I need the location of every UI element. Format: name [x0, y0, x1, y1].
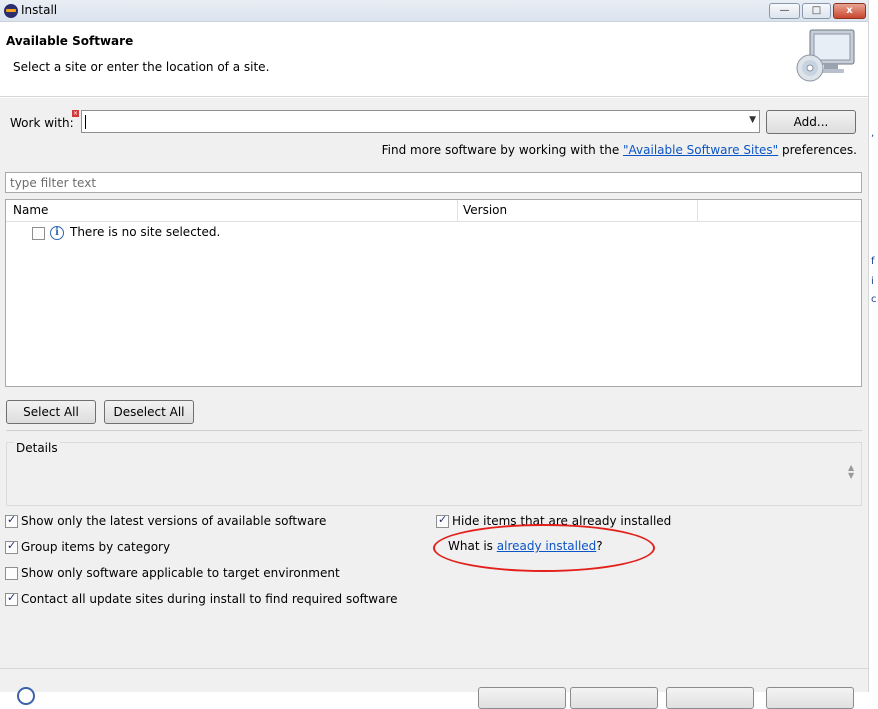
- work-with-label: Work with:: [10, 116, 74, 130]
- back-button[interactable]: [478, 687, 566, 709]
- cancel-button[interactable]: [766, 687, 854, 709]
- column-header-version[interactable]: Version: [458, 200, 698, 222]
- filter-field[interactable]: [5, 172, 862, 193]
- details-label: Details: [14, 441, 60, 455]
- window-title: Install: [21, 3, 58, 17]
- target-environment-checkbox[interactable]: [5, 567, 18, 580]
- add-site-button[interactable]: Add...: [766, 110, 856, 134]
- details-box: [6, 442, 862, 506]
- latest-versions-label: Show only the latest versions of availab…: [21, 514, 327, 528]
- install-monitor-cd-icon: [796, 29, 855, 82]
- bottom-button-bar: [0, 668, 868, 709]
- software-tree[interactable]: Name Version i There is no site selected…: [5, 199, 862, 387]
- tree-header: Name Version: [6, 200, 861, 222]
- row-checkbox[interactable]: [32, 227, 45, 240]
- filter-input[interactable]: [8, 174, 848, 191]
- row-label: There is no site selected.: [70, 225, 221, 239]
- close-button[interactable]: x: [833, 3, 866, 19]
- wizard-header: Available Software Select a site or ente…: [0, 22, 868, 97]
- minimize-button[interactable]: —: [769, 3, 800, 19]
- details-scroll-arrows-icon[interactable]: ▲ ▼: [848, 464, 854, 480]
- latest-versions-checkbox[interactable]: [5, 513, 18, 528]
- maximize-button[interactable]: □: [802, 3, 831, 19]
- find-more-suffix: preferences.: [778, 143, 857, 157]
- contact-update-sites-label: Contact all update sites during install …: [21, 592, 398, 606]
- work-with-input[interactable]: [86, 113, 736, 130]
- find-more-prefix: Find more software by working with the: [381, 143, 624, 157]
- red-annotation-oval: [433, 524, 655, 572]
- contact-update-sites-checkbox[interactable]: [5, 591, 18, 606]
- title-bar: Install — □ x: [0, 0, 868, 22]
- available-software-sites-link[interactable]: "Available Software Sites": [623, 143, 778, 157]
- target-environment-label: Show only software applicable to target …: [21, 566, 340, 580]
- error-decoration-icon: ×: [72, 110, 79, 117]
- eclipse-icon: [4, 4, 18, 18]
- hide-installed-checkbox[interactable]: [436, 513, 449, 528]
- page-subtitle: Select a site or enter the location of a…: [13, 60, 270, 74]
- find-more-text: Find more software by working with the "…: [382, 143, 857, 157]
- details-separator: [6, 430, 862, 431]
- finish-button[interactable]: [666, 687, 754, 709]
- deselect-all-button[interactable]: Deselect All: [104, 400, 194, 424]
- work-with-combo[interactable]: ▼: [81, 110, 760, 133]
- select-all-button[interactable]: Select All: [6, 400, 96, 424]
- info-icon: i: [50, 226, 64, 240]
- group-by-category-checkbox[interactable]: [5, 539, 18, 554]
- page-title: Available Software: [6, 34, 134, 48]
- next-button[interactable]: [570, 687, 658, 709]
- background-window-strip: , f i c: [868, 0, 878, 692]
- column-header-name[interactable]: Name: [6, 200, 458, 222]
- group-by-category-label: Group items by category: [21, 540, 171, 554]
- help-icon[interactable]: [17, 687, 35, 705]
- wizard-content: Work with: × ▼ Add... Find more software…: [0, 98, 868, 668]
- dropdown-arrow-icon[interactable]: ▼: [749, 115, 756, 125]
